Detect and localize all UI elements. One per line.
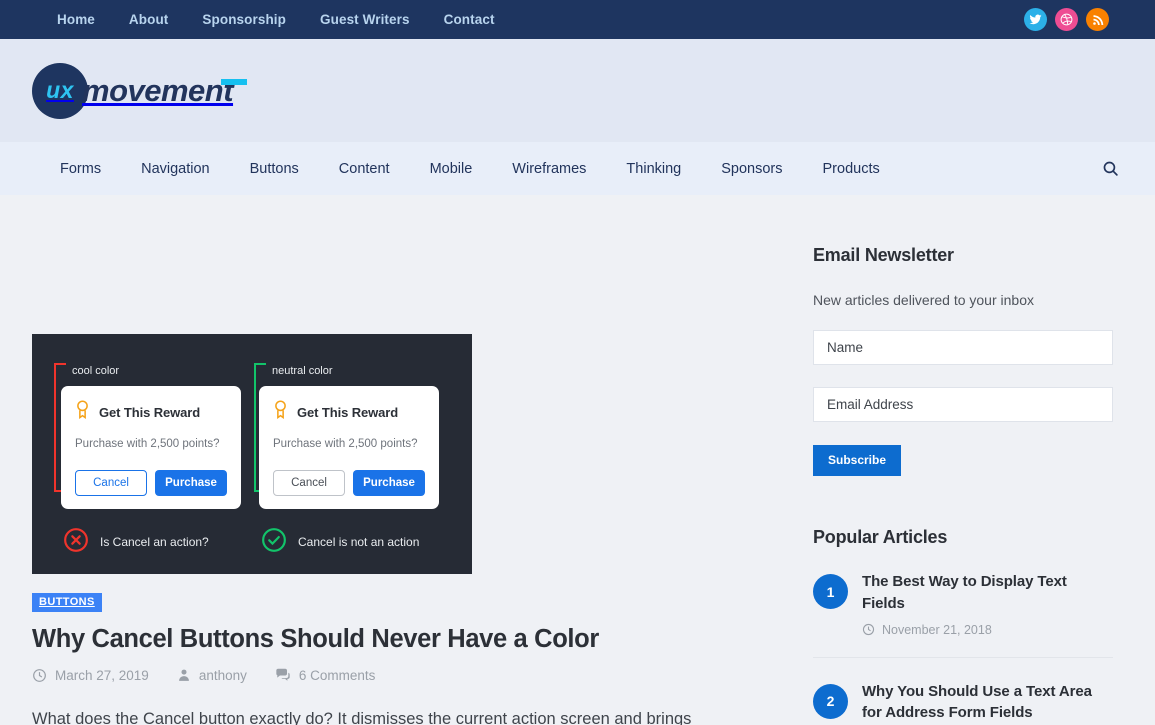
newsletter-heading: Email Newsletter [813,245,954,265]
nav-item-buttons[interactable]: Buttons [230,161,319,177]
popular-item-title[interactable]: Why You Should Use a Text Area for Addre… [862,681,1113,725]
verdict-text-left: Is Cancel an action? [100,534,209,549]
cancel-button-neutral[interactable]: Cancel [273,470,346,496]
rss-icon[interactable] [1086,8,1109,31]
user-icon [178,669,189,681]
subscribe-button[interactable]: Subscribe [813,445,902,476]
main-content: cool color neutral color Get This Reward… [32,195,742,725]
popular-item-date: November 21, 2018 [862,623,1113,637]
email-input[interactable] [813,387,1113,422]
clock-icon [33,668,46,682]
popular-articles-heading: Popular Articles [813,527,948,547]
logo-accent-bar [221,78,248,85]
category-badge[interactable]: BUTTONS [32,593,102,612]
annotation-label-neutral-color: neutral color [272,365,333,377]
featured-image: cool color neutral color Get This Reward… [32,334,472,574]
newsletter-widget: Email Newsletter New articles delivered … [813,245,1113,476]
verdict-right: Cancel is not an action [261,527,419,556]
purchase-button-right[interactable]: Purchase [353,470,425,496]
comment-icon [276,668,290,681]
main-navigation: Forms Navigation Buttons Content Mobile … [0,142,1155,195]
twitter-icon[interactable] [1024,8,1047,31]
list-item[interactable]: 2 Why You Should Use a Text Area for Add… [813,656,1113,725]
rank-badge: 1 [813,574,848,609]
nav-item-content[interactable]: Content [319,161,410,177]
reward-card-header-right: Get This Reward [273,400,425,424]
medal-icon [273,400,288,424]
reward-card-header-left: Get This Reward [75,400,227,424]
reward-card-left: Get This Reward Purchase with 2,500 poin… [61,386,241,509]
nav-item-wireframes[interactable]: Wireframes [492,161,606,177]
meta-author-text[interactable]: anthony [199,668,247,683]
popular-item-title[interactable]: The Best Way to Display Text Fields [862,571,1113,615]
nav-item-forms[interactable]: Forms [40,161,121,177]
reward-card-actions-left: Cancel Purchase [75,470,227,496]
topnav-item-sponsorship[interactable]: Sponsorship [185,12,303,27]
clock-icon [862,623,875,636]
search-icon[interactable] [1095,154,1125,184]
meta-author: anthony [177,668,247,683]
circle-x-icon [63,527,89,556]
meta-comments-text[interactable]: 6 Comments [299,668,376,683]
verdict-left: Is Cancel an action? [63,527,209,556]
top-bar: Home About Sponsorship Guest Writers Con… [0,0,1155,39]
topnav-item-home[interactable]: Home [40,12,112,27]
sidebar: Email Newsletter New articles delivered … [813,195,1113,725]
circle-check-icon [261,527,287,556]
popular-articles-widget: Popular Articles 1 The Best Way to Displ… [813,527,1113,725]
topnav-item-about[interactable]: About [112,12,185,27]
rank-badge: 2 [813,683,848,719]
topnav-item-guest-writers[interactable]: Guest Writers [303,12,427,27]
nav-item-sponsors[interactable]: Sponsors [701,161,802,177]
post-meta: March 27, 2019 anthony 6 Comments [32,667,742,683]
site-logo[interactable]: ux movement [32,62,248,119]
name-input[interactable] [813,330,1113,365]
verdict-text-right: Cancel is not an action [298,534,420,549]
list-item[interactable]: 1 The Best Way to Display Text Fields No… [813,548,1113,657]
reward-card-right: Get This Reward Purchase with 2,500 poin… [259,386,439,509]
reward-card-subtitle-left: Purchase with 2,500 points? [75,438,220,450]
meta-comments: 6 Comments [275,667,376,683]
top-navigation: Home About Sponsorship Guest Writers Con… [40,12,512,27]
popular-item-body: Why You Should Use a Text Area for Addre… [862,681,1113,725]
meta-date-text: March 27, 2019 [55,667,149,683]
popular-item-body: The Best Way to Display Text Fields Nove… [862,571,1113,637]
reward-card-subtitle-right: Purchase with 2,500 points? [273,438,418,450]
reward-card-actions-right: Cancel Purchase [273,470,425,496]
cancel-button-colored[interactable]: Cancel [75,470,148,496]
reward-card-title-right: Get This Reward [297,404,399,420]
medal-icon [75,400,90,424]
topnav-item-contact[interactable]: Contact [427,12,512,27]
nav-item-mobile[interactable]: Mobile [410,161,493,177]
dribbble-icon[interactable] [1055,8,1078,31]
nav-item-products[interactable]: Products [803,161,900,177]
nav-item-navigation[interactable]: Navigation [121,161,230,177]
logo-word-text: movement [82,72,234,108]
nav-item-thinking[interactable]: Thinking [606,161,701,177]
annotation-label-cool-color: cool color [72,365,120,377]
post-body: What does the Cancel button exactly do? … [32,710,692,725]
logo-wordmark: movement [82,72,248,109]
page-title: Why Cancel Buttons Should Never Have a C… [32,625,599,653]
meta-date: March 27, 2019 [32,668,149,683]
page-container: cool color neutral color Get This Reward… [0,195,1155,725]
logo-band: ux movement [0,39,1155,142]
newsletter-subtext: New articles delivered to your inbox [813,292,1034,308]
logo-mark: ux [32,62,88,119]
purchase-button-left[interactable]: Purchase [155,470,227,496]
social-links [1024,8,1139,31]
popular-item-date-text: November 21, 2018 [882,622,992,637]
reward-card-title-left: Get This Reward [99,404,201,420]
